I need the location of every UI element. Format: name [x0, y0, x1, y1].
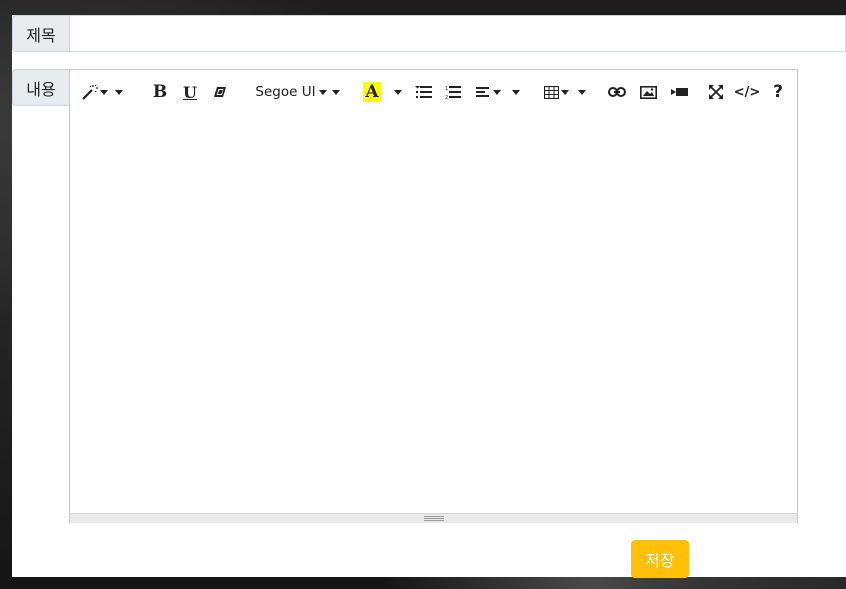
fullscreen-icon [709, 85, 723, 99]
chevron-down-icon [99, 89, 108, 95]
editor-toolbar: B U Segoe UI A 1 2 </> ? [70, 70, 797, 114]
bold-icon: B [152, 82, 168, 102]
video-icon [670, 87, 688, 97]
editor-resize-handle[interactable] [70, 513, 797, 523]
ordered-list-icon: 1 2 [445, 85, 461, 100]
grip-icon [423, 516, 444, 521]
picture-icon [639, 85, 657, 99]
help-button[interactable]: ? [763, 77, 793, 107]
paragraph-align-dropdown[interactable] [469, 77, 507, 107]
magic-wand-icon [81, 84, 99, 100]
clear-format-button[interactable] [205, 77, 235, 107]
chevron-down-icon [115, 89, 123, 95]
table-dropdown[interactable] [539, 77, 573, 107]
title-label: 제목 [12, 15, 70, 52]
help-icon: ? [773, 82, 783, 102]
code-view-icon: </> [733, 84, 761, 100]
font-color-icon: A [363, 82, 381, 102]
svg-text:1: 1 [445, 86, 448, 92]
save-button[interactable]: 저장 [631, 540, 689, 578]
link-button[interactable] [601, 77, 633, 107]
eraser-icon [213, 86, 227, 98]
font-name-label: Segoe UI [255, 84, 316, 100]
chevron-down-icon [318, 89, 327, 95]
unordered-list-icon [415, 85, 433, 99]
post-form: 제목 내용 B U Segoe UI A 1 2 </> ? 저장 [12, 15, 846, 578]
title-input[interactable] [70, 15, 846, 52]
chevron-down-icon [492, 89, 501, 95]
underline-icon: U [183, 82, 197, 102]
chevron-down-icon [332, 89, 340, 95]
content-label: 내용 [12, 69, 70, 106]
code-view-button[interactable]: </> [731, 77, 763, 107]
link-icon [608, 87, 626, 97]
style-more-dropdown[interactable] [110, 77, 128, 107]
title-input-group: 제목 [12, 15, 846, 52]
fullscreen-button[interactable] [701, 77, 731, 107]
svg-text:2: 2 [445, 95, 448, 100]
align-icon [475, 86, 490, 98]
video-button[interactable] [663, 77, 695, 107]
rich-text-editor: B U Segoe UI A 1 2 </> ? [69, 69, 798, 523]
bold-button[interactable]: B [145, 77, 175, 107]
chevron-down-icon [512, 89, 520, 95]
unordered-list-button[interactable] [411, 77, 437, 107]
editor-content-area[interactable] [70, 114, 797, 513]
underline-button[interactable]: U [175, 77, 205, 107]
chevron-down-icon [578, 89, 586, 95]
table-icon [543, 85, 559, 99]
table-more-dropdown[interactable] [573, 77, 591, 107]
font-size-dropdown[interactable] [327, 77, 345, 107]
font-name-dropdown[interactable]: Segoe UI [255, 77, 327, 107]
font-color-dropdown[interactable] [385, 77, 411, 107]
ordered-list-button[interactable]: 1 2 [437, 77, 469, 107]
line-height-dropdown[interactable] [507, 77, 525, 107]
font-color-button[interactable]: A [359, 77, 385, 107]
style-dropdown[interactable] [78, 77, 110, 107]
chevron-down-icon [560, 89, 569, 95]
picture-button[interactable] [633, 77, 663, 107]
chevron-down-icon [394, 89, 402, 95]
